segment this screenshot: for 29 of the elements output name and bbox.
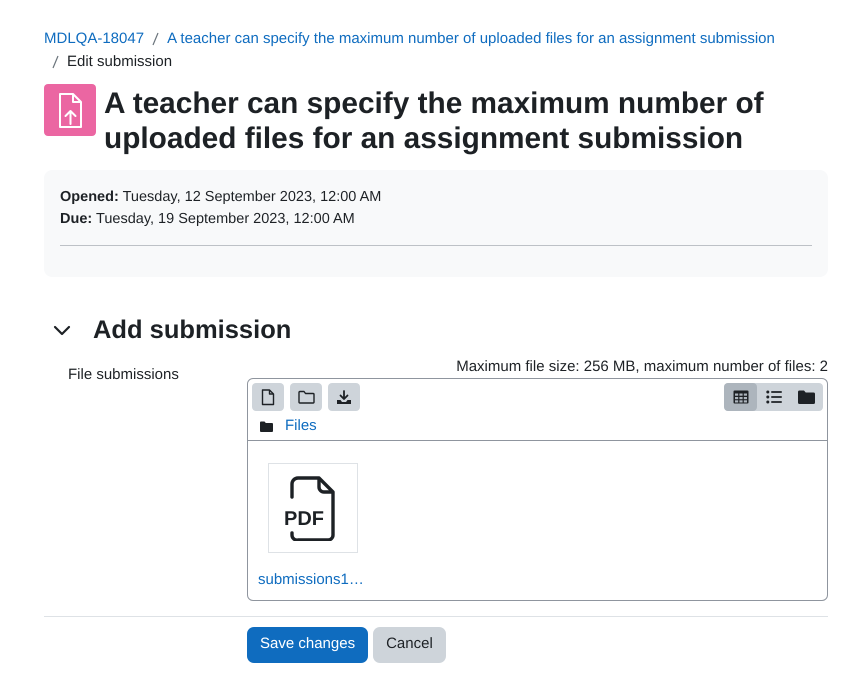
folder-icon — [798, 390, 815, 404]
create-folder-button[interactable] — [290, 383, 322, 411]
field-label: File submissions — [68, 366, 179, 383]
section-heading: Add submission — [93, 315, 292, 346]
breadcrumb-current: Edit submission — [67, 52, 172, 72]
file-icon — [261, 388, 275, 406]
breadcrumb-link[interactable]: MDLQA-18047 — [44, 27, 144, 50]
breadcrumb-link[interactable]: A teacher can specify the maximum number of uploaded files for an assignment submission — [167, 27, 775, 50]
date-text: Opened: Tuesday, 12 September 2023, 12:00 AM — [60, 188, 382, 207]
file-limits-text: Maximum file size: 256 MB, maximum number of files: 2 — [456, 358, 828, 375]
grid-icon — [732, 390, 748, 404]
download-icon — [336, 390, 352, 404]
chevron-down-icon[interactable] — [53, 324, 71, 336]
folder-icon — [298, 390, 314, 404]
cancel-button[interactable]: Cancel — [373, 626, 446, 662]
download-button[interactable] — [328, 383, 360, 411]
list-icon — [766, 390, 782, 404]
date-text: Due: Tuesday, 19 September 2023, 12:00 AM — [60, 210, 356, 229]
breadcrumb-separator-icon — [152, 32, 160, 46]
save-button[interactable]: Save changes — [247, 626, 368, 662]
file-name-link[interactable]: submissions1… — [258, 570, 364, 590]
assignment-icon — [44, 84, 96, 136]
add-file-button[interactable] — [252, 383, 284, 411]
file-thumbnail[interactable]: PDF — [268, 463, 358, 553]
grid-view-button[interactable] — [724, 383, 757, 411]
page-title: A teacher can specify the maximum number of uploaded files for an assignment submission — [104, 86, 765, 156]
path-link[interactable]: Files — [285, 415, 317, 437]
folder-icon — [260, 420, 273, 432]
breadcrumb-separator-icon — [52, 54, 59, 68]
